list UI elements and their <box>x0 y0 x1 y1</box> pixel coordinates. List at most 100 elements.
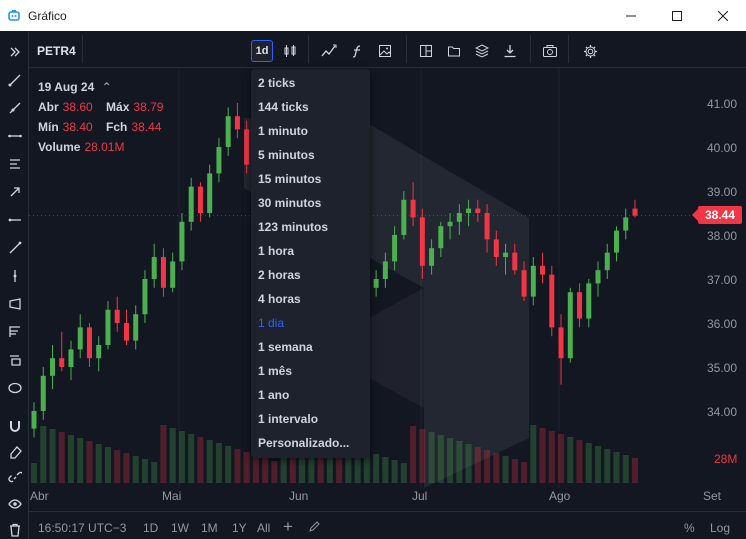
interval-option[interactable]: 1 intervalo <box>258 407 370 431</box>
interval-option[interactable]: 1 ano <box>258 383 370 407</box>
interval-option[interactable]: 30 minutos <box>258 191 370 215</box>
download-icon[interactable] <box>499 40 521 62</box>
ellipse-icon[interactable] <box>4 377 25 398</box>
chevron-up-icon[interactable]: ⌃ <box>102 80 112 94</box>
interval-option[interactable]: 144 ticks <box>258 95 370 119</box>
volume-bar <box>521 462 528 483</box>
range-1w-button[interactable]: 1W <box>171 521 189 535</box>
trash-icon[interactable] <box>4 519 25 539</box>
volume-bar <box>622 455 629 483</box>
volume-bar <box>206 440 213 483</box>
log-toggle[interactable]: Log <box>710 521 730 535</box>
candle-body <box>68 349 74 367</box>
candle-body <box>373 279 379 288</box>
maximize-icon <box>672 10 682 21</box>
candle-body <box>225 116 231 147</box>
interval-option[interactable]: Personalizado... <box>258 431 370 455</box>
horizontal-ray-icon[interactable] <box>4 209 25 230</box>
volume-bar <box>31 463 37 483</box>
expand-icon[interactable] <box>4 41 25 62</box>
callout-icon[interactable] <box>4 349 25 370</box>
candle-body <box>170 261 176 288</box>
bar-chart-icon[interactable] <box>279 40 301 62</box>
interval-option-selected[interactable]: 1 dia <box>258 311 370 335</box>
range-1m-button[interactable]: 1M <box>201 521 218 535</box>
maximize-button[interactable] <box>654 0 700 31</box>
interval-option[interactable]: 1 mês <box>258 359 370 383</box>
layout-icon[interactable] <box>415 40 437 62</box>
price-tick: 35.00 <box>707 361 738 375</box>
candle-body <box>447 221 453 227</box>
camera-icon[interactable] <box>539 40 561 62</box>
symbol-name[interactable]: PETR4 <box>37 44 76 58</box>
candle-body <box>604 252 610 271</box>
pencil-icon[interactable] <box>308 521 320 536</box>
app-icon <box>7 9 21 23</box>
line-tool-icon[interactable] <box>4 69 25 90</box>
window-title: Gráfico <box>28 8 67 23</box>
volume-value: 28.01M <box>84 140 125 154</box>
pitchfork-icon[interactable] <box>4 321 25 342</box>
volume-bar <box>474 447 481 483</box>
range-1y-button[interactable]: 1Y <box>232 521 247 535</box>
interval-option[interactable]: 123 minutos <box>258 215 370 239</box>
volume-bar <box>585 443 592 483</box>
image-icon[interactable] <box>374 40 396 62</box>
trend-angle-icon[interactable] <box>4 237 25 258</box>
candle-body <box>466 208 472 213</box>
arrow-icon[interactable] <box>4 181 25 202</box>
candle-body <box>31 411 37 429</box>
volume-bar <box>400 463 407 483</box>
percent-toggle[interactable]: % <box>684 521 695 535</box>
volume-bar <box>188 434 195 483</box>
interval-option[interactable]: 1 semana <box>258 335 370 359</box>
eraser-icon[interactable] <box>4 441 25 462</box>
interval-option[interactable]: 1 minuto <box>258 119 370 143</box>
indicator-icon[interactable] <box>318 40 340 62</box>
ohlc-legend: 19 Aug 24 ⌃ Abr 38.60 Máx 38.79 Mín 38.40 F… <box>38 77 167 157</box>
close-button[interactable] <box>700 0 746 31</box>
price-tick: 38.00 <box>707 229 738 243</box>
candle-body <box>614 230 620 253</box>
range-all-button[interactable]: All <box>257 521 270 535</box>
open-value: 38.60 <box>62 100 93 114</box>
interval-button[interactable]: 1d <box>251 40 273 62</box>
candle-body <box>77 327 83 350</box>
folder-icon[interactable] <box>443 40 465 62</box>
range-1d-button[interactable]: 1D <box>143 521 158 535</box>
ray-tool-icon[interactable] <box>4 97 25 118</box>
candle-body <box>392 235 398 262</box>
volume-bar <box>511 459 518 483</box>
link-icon[interactable] <box>4 467 25 488</box>
horizontal-line-icon[interactable] <box>4 125 25 146</box>
interval-option[interactable]: 4 horas <box>258 287 370 311</box>
candle-body <box>114 309 120 323</box>
price-tick: 34.00 <box>707 405 738 419</box>
fib-icon[interactable] <box>4 153 25 174</box>
candle-body <box>49 358 55 376</box>
time-tick: Ago <box>549 489 571 503</box>
interval-option[interactable]: 5 minutos <box>258 143 370 167</box>
interval-option[interactable]: 1 hora <box>258 239 370 263</box>
candle-body <box>577 292 583 319</box>
volume-axis-label: 28M <box>714 452 738 466</box>
add-range-button[interactable]: + <box>283 517 293 537</box>
magnet-icon[interactable] <box>4 415 25 436</box>
candle-body <box>40 375 46 411</box>
interval-option[interactable]: 2 ticks <box>258 71 370 95</box>
settings-icon[interactable] <box>579 40 601 62</box>
interval-option[interactable]: 2 horas <box>258 263 370 287</box>
candle-body <box>410 199 416 218</box>
layers-icon[interactable] <box>471 40 493 62</box>
candle-body <box>133 314 139 341</box>
function-icon[interactable] <box>346 40 368 62</box>
vertical-line-icon[interactable] <box>4 265 25 286</box>
minimize-button[interactable] <box>608 0 654 31</box>
rectangle-icon[interactable] <box>4 293 25 314</box>
eye-icon[interactable] <box>4 493 25 514</box>
candle-body <box>207 173 213 213</box>
volume-bar <box>169 428 176 483</box>
price-tick: 39.00 <box>707 185 738 199</box>
interval-option[interactable]: 15 minutos <box>258 167 370 191</box>
volume-label: Volume <box>38 140 81 154</box>
